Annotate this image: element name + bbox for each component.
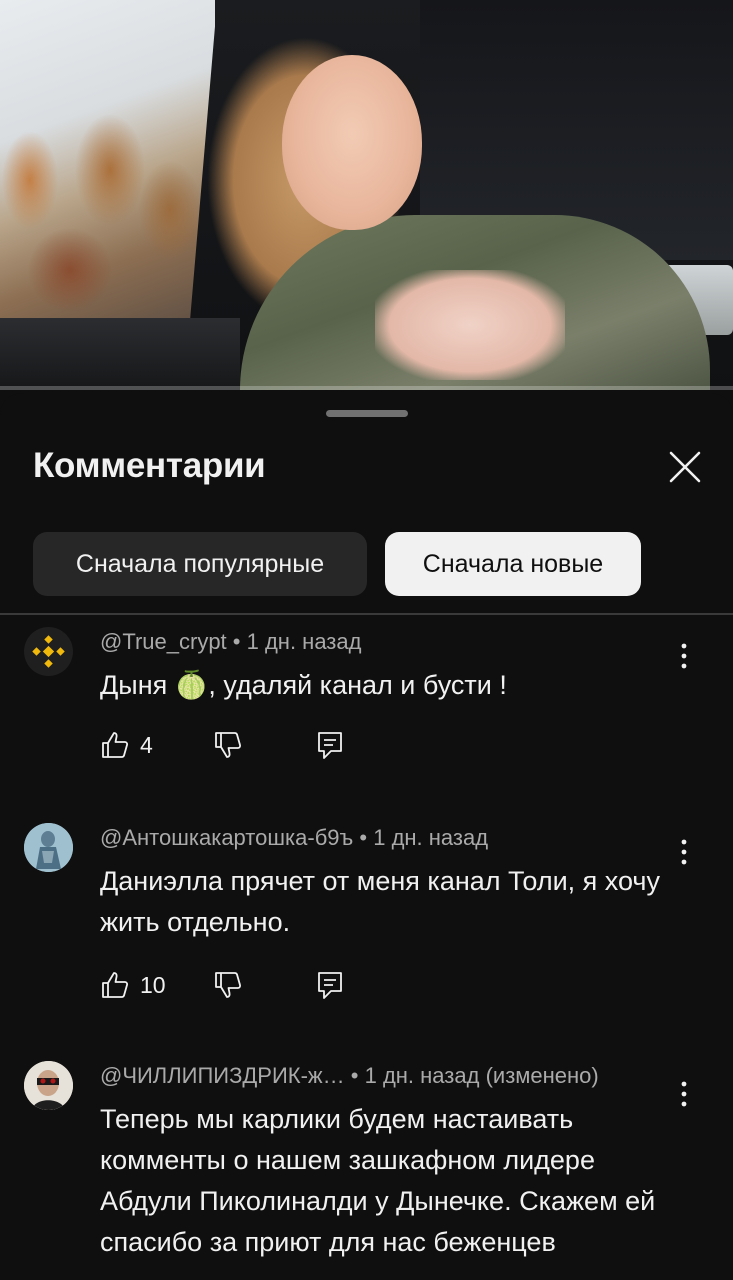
drag-handle[interactable]	[326, 410, 408, 417]
reply-icon	[318, 732, 342, 759]
more-options-icon[interactable]	[672, 641, 696, 671]
like-button[interactable]: 4	[100, 725, 153, 765]
more-options-icon[interactable]	[672, 1079, 696, 1109]
comments-sheet: Комментарии Сначала популярные Сначала н…	[0, 393, 733, 1280]
binance-logo-icon[interactable]	[24, 627, 73, 676]
video-frame-hands	[375, 270, 565, 380]
edited-label: (изменено)	[485, 1063, 599, 1088]
close-icon[interactable]	[665, 447, 705, 487]
comment-text: Дыня 🍈, удаляй канал и бусти !	[100, 670, 507, 700]
divider	[0, 613, 733, 615]
comment-time: 1 дн. назад	[246, 629, 362, 654]
like-count: 4	[140, 731, 153, 758]
comment-meta: @Антошкакартошка-б9ъ • 1 дн. назад	[100, 825, 489, 850]
comment-text: Даниэлла прячет от меня канал Толи, я хо…	[100, 866, 660, 937]
video-progress-bar[interactable]	[0, 386, 733, 390]
sort-chip-popular[interactable]: Сначала популярные	[33, 532, 367, 596]
dislike-button[interactable]	[213, 725, 243, 765]
like-count: 10	[140, 971, 166, 998]
comment-item: @ЧИЛЛИПИЗДРИК-ж… • 1 дн. назад (изменено…	[0, 1061, 733, 1280]
comment-meta: @ЧИЛЛИПИЗДРИК-ж… • 1 дн. назад (изменено…	[100, 1063, 599, 1088]
figure-avatar-icon[interactable]	[24, 823, 73, 872]
thumb-down-icon	[215, 732, 242, 758]
dislike-button[interactable]	[213, 965, 243, 1005]
sort-chip-newest[interactable]: Сначала новые	[385, 532, 641, 596]
video-player[interactable]	[0, 0, 733, 390]
thumb-up-icon	[102, 732, 129, 758]
comment-author[interactable]: @ЧИЛЛИПИЗДРИК-ж…	[100, 1063, 345, 1088]
comment-time: 1 дн. назад	[364, 1063, 480, 1088]
comment-time: 1 дн. назад	[373, 825, 489, 850]
comment-item: @True_crypt • 1 дн. назад Дыня 🍈, удаляй…	[0, 627, 733, 787]
video-frame-trees	[0, 60, 200, 330]
comment-author[interactable]: @True_crypt	[100, 629, 227, 654]
reply-button[interactable]	[316, 725, 344, 765]
like-button[interactable]: 10	[100, 965, 166, 1005]
reply-icon	[318, 972, 342, 999]
comment-text: Теперь мы карлики будем настаивать комме…	[100, 1104, 656, 1257]
more-options-icon[interactable]	[672, 837, 696, 867]
thumb-up-icon	[102, 972, 129, 998]
sheet-title: Комментарии	[33, 446, 266, 485]
reply-button[interactable]	[316, 965, 344, 1005]
comment-item: @Антошкакартошка-б9ъ • 1 дн. назад Даниэ…	[0, 823, 733, 1023]
thumb-down-icon	[215, 972, 242, 998]
portrait-avatar-icon[interactable]	[24, 1061, 73, 1110]
comment-author[interactable]: @Антошкакартошка-б9ъ	[100, 825, 353, 850]
video-frame-face	[282, 55, 422, 230]
comment-meta: @True_crypt • 1 дн. назад	[100, 629, 362, 654]
